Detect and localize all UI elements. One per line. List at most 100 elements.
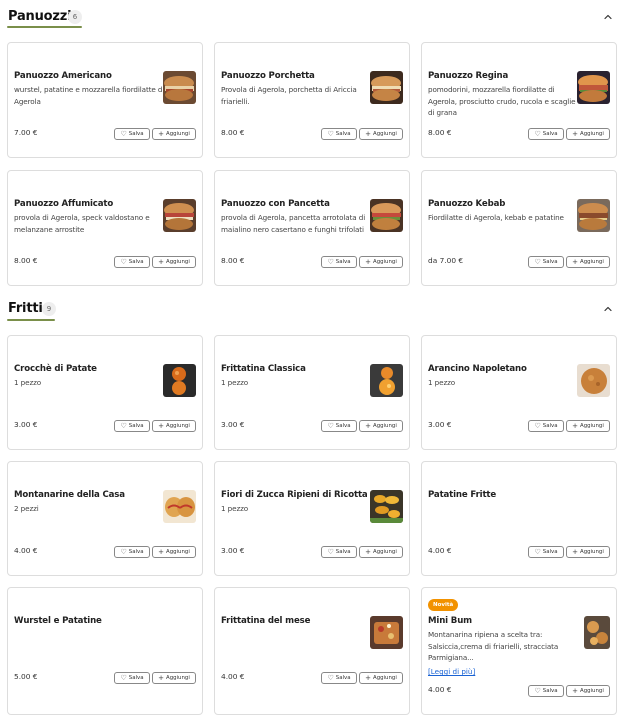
menu-item-card[interactable]: Crocchè di Patate 1 pezzo 3.00 € ♡ Salva … xyxy=(7,335,203,450)
plus-icon: + xyxy=(572,129,579,138)
menu-item-card[interactable]: Panuozzo Porchetta Provola di Agerola, p… xyxy=(214,42,410,158)
item-price: 3.00 € xyxy=(428,420,452,429)
menu-item-card[interactable]: Frittatina Classica 1 pezzo 3.00 € ♡ Salv… xyxy=(214,335,410,450)
menu-item-card[interactable]: Novità Mini Bum Montanarina ripiena a sc… xyxy=(421,587,617,715)
item-thumbnail xyxy=(370,490,403,523)
item-thumbnail xyxy=(577,364,610,397)
item-price: da 7.00 € xyxy=(428,256,464,265)
add-button[interactable]: + Aggiungi xyxy=(566,128,610,140)
menu-item-card[interactable]: Montanarine della Casa 2 pezzi 4.00 € ♡ S… xyxy=(7,461,203,576)
section-header-fritti: Fritti 9 xyxy=(0,301,622,325)
menu-item-card[interactable]: Fiori di Zucca Ripieni di Ricotta 1 pezz… xyxy=(214,461,410,576)
chevron-up-icon[interactable] xyxy=(602,11,614,23)
item-name: Fiori di Zucca Ripieni di Ricotta xyxy=(221,490,368,500)
add-button[interactable]: + Aggiungi xyxy=(359,546,403,558)
item-price: 3.00 € xyxy=(14,420,38,429)
save-button[interactable]: ♡ Salva xyxy=(321,546,357,558)
add-button[interactable]: + Aggiungi xyxy=(152,128,196,140)
count-badge: 9 xyxy=(42,302,56,316)
heart-icon: ♡ xyxy=(120,129,127,138)
plus-icon: + xyxy=(158,547,165,556)
item-thumbnail xyxy=(577,199,610,232)
add-button[interactable]: + Aggiungi xyxy=(359,672,403,684)
save-button[interactable]: ♡ Salva xyxy=(528,420,564,432)
menu-item-card[interactable]: Panuozzo Kebab Fiordilatte di Agerola, k… xyxy=(421,170,617,286)
save-button[interactable]: ♡ Salva xyxy=(114,546,150,558)
item-name: Patatine Fritte xyxy=(428,490,497,500)
item-description: 1 pezzo xyxy=(14,378,42,387)
read-more-link[interactable]: [Leggi di più] xyxy=(428,667,548,676)
menu-item-card[interactable]: Patatine Fritte 4.00 € ♡ Salva + Aggiungi xyxy=(421,461,617,576)
plus-icon: + xyxy=(572,257,579,266)
save-button[interactable]: ♡ Salva xyxy=(114,420,150,432)
save-button[interactable]: ♡ Salva xyxy=(528,256,564,268)
section-title: Panuozzi xyxy=(8,9,72,24)
heart-icon: ♡ xyxy=(327,673,334,682)
item-name: Frittatina del mese xyxy=(221,616,311,626)
plus-icon: + xyxy=(572,421,579,430)
item-price: 5.00 € xyxy=(14,672,38,681)
save-button[interactable]: ♡ Salva xyxy=(114,672,150,684)
save-button[interactable]: ♡ Salva xyxy=(321,128,357,140)
item-name: Panuozzo con Pancetta xyxy=(221,199,330,209)
item-price: 4.00 € xyxy=(14,546,38,555)
item-name: Panuozzo Porchetta xyxy=(221,71,315,81)
save-button[interactable]: ♡ Salva xyxy=(321,672,357,684)
item-name: Wurstel e Patatine xyxy=(14,616,102,626)
item-thumbnail xyxy=(163,364,196,397)
menu-item-card[interactable]: Arancino Napoletano 1 pezzo 3.00 € ♡ Salv… xyxy=(421,335,617,450)
item-thumbnail xyxy=(370,71,403,104)
add-button[interactable]: + Aggiungi xyxy=(359,256,403,268)
item-price: 8.00 € xyxy=(221,128,245,137)
plus-icon: + xyxy=(365,547,372,556)
item-description: 1 pezzo xyxy=(428,378,456,387)
item-description: 1 pezzo xyxy=(221,378,249,387)
save-button[interactable]: ♡ Salva xyxy=(114,256,150,268)
item-name: Mini Bum xyxy=(428,616,472,626)
item-description: pomodorini, mozzarella fiordilatte di Ag… xyxy=(428,85,576,117)
count-badge: 6 xyxy=(68,10,82,24)
add-button[interactable]: + Aggiungi xyxy=(152,546,196,558)
save-button[interactable]: ♡ Salva xyxy=(321,256,357,268)
new-badge: Novità xyxy=(428,599,459,611)
add-button[interactable]: + Aggiungi xyxy=(566,256,610,268)
save-button[interactable]: ♡ Salva xyxy=(321,420,357,432)
chevron-up-icon[interactable] xyxy=(602,303,614,315)
heart-icon: ♡ xyxy=(534,257,541,266)
add-button[interactable]: + Aggiungi xyxy=(566,420,610,432)
plus-icon: + xyxy=(365,257,372,266)
add-button[interactable]: + Aggiungi xyxy=(566,546,610,558)
item-name: Panuozzo Kebab xyxy=(428,199,506,209)
save-button[interactable]: ♡ Salva xyxy=(528,128,564,140)
menu-item-card[interactable]: Frittatina del mese 4.00 € ♡ Salva + Aggiu… xyxy=(214,587,410,715)
heart-icon: ♡ xyxy=(120,673,127,682)
menu-item-card[interactable]: Panuozzo con Pancetta provola di Agerola… xyxy=(214,170,410,286)
add-button[interactable]: + Aggiungi xyxy=(359,128,403,140)
save-button[interactable]: ♡ Salva xyxy=(528,685,564,697)
add-button[interactable]: + Aggiungi xyxy=(152,420,196,432)
item-price: 3.00 € xyxy=(221,420,245,429)
item-thumbnail xyxy=(584,616,610,649)
item-price: 8.00 € xyxy=(14,256,38,265)
heart-icon: ♡ xyxy=(120,547,127,556)
item-thumbnail xyxy=(163,199,196,232)
item-description: provola di Agerola, speck valdostano e m… xyxy=(14,213,150,234)
add-button[interactable]: + Aggiungi xyxy=(359,420,403,432)
add-button[interactable]: + Aggiungi xyxy=(152,256,196,268)
item-price: 3.00 € xyxy=(221,546,245,555)
item-price: 8.00 € xyxy=(428,128,452,137)
save-button[interactable]: ♡ Salva xyxy=(114,128,150,140)
menu-item-card[interactable]: Wurstel e Patatine 5.00 € ♡ Salva + Aggiun… xyxy=(7,587,203,715)
plus-icon: + xyxy=(572,547,579,556)
add-button[interactable]: + Aggiungi xyxy=(152,672,196,684)
item-description: Fiordilatte di Agerola, kebab e patatine xyxy=(428,213,564,222)
menu-item-card[interactable]: Panuozzo Americano wurstel, patatine e m… xyxy=(7,42,203,158)
item-description: wurstel, patatine e mozzarella fiordilat… xyxy=(14,85,165,106)
item-price: 4.00 € xyxy=(428,685,452,694)
item-price: 4.00 € xyxy=(221,672,245,681)
item-name: Crocchè di Patate xyxy=(14,364,97,374)
menu-item-card[interactable]: Panuozzo Affumicato provola di Agerola, … xyxy=(7,170,203,286)
save-button[interactable]: ♡ Salva xyxy=(528,546,564,558)
menu-item-card[interactable]: Panuozzo Regina pomodorini, mozzarella f… xyxy=(421,42,617,158)
add-button[interactable]: + Aggiungi xyxy=(566,685,610,697)
